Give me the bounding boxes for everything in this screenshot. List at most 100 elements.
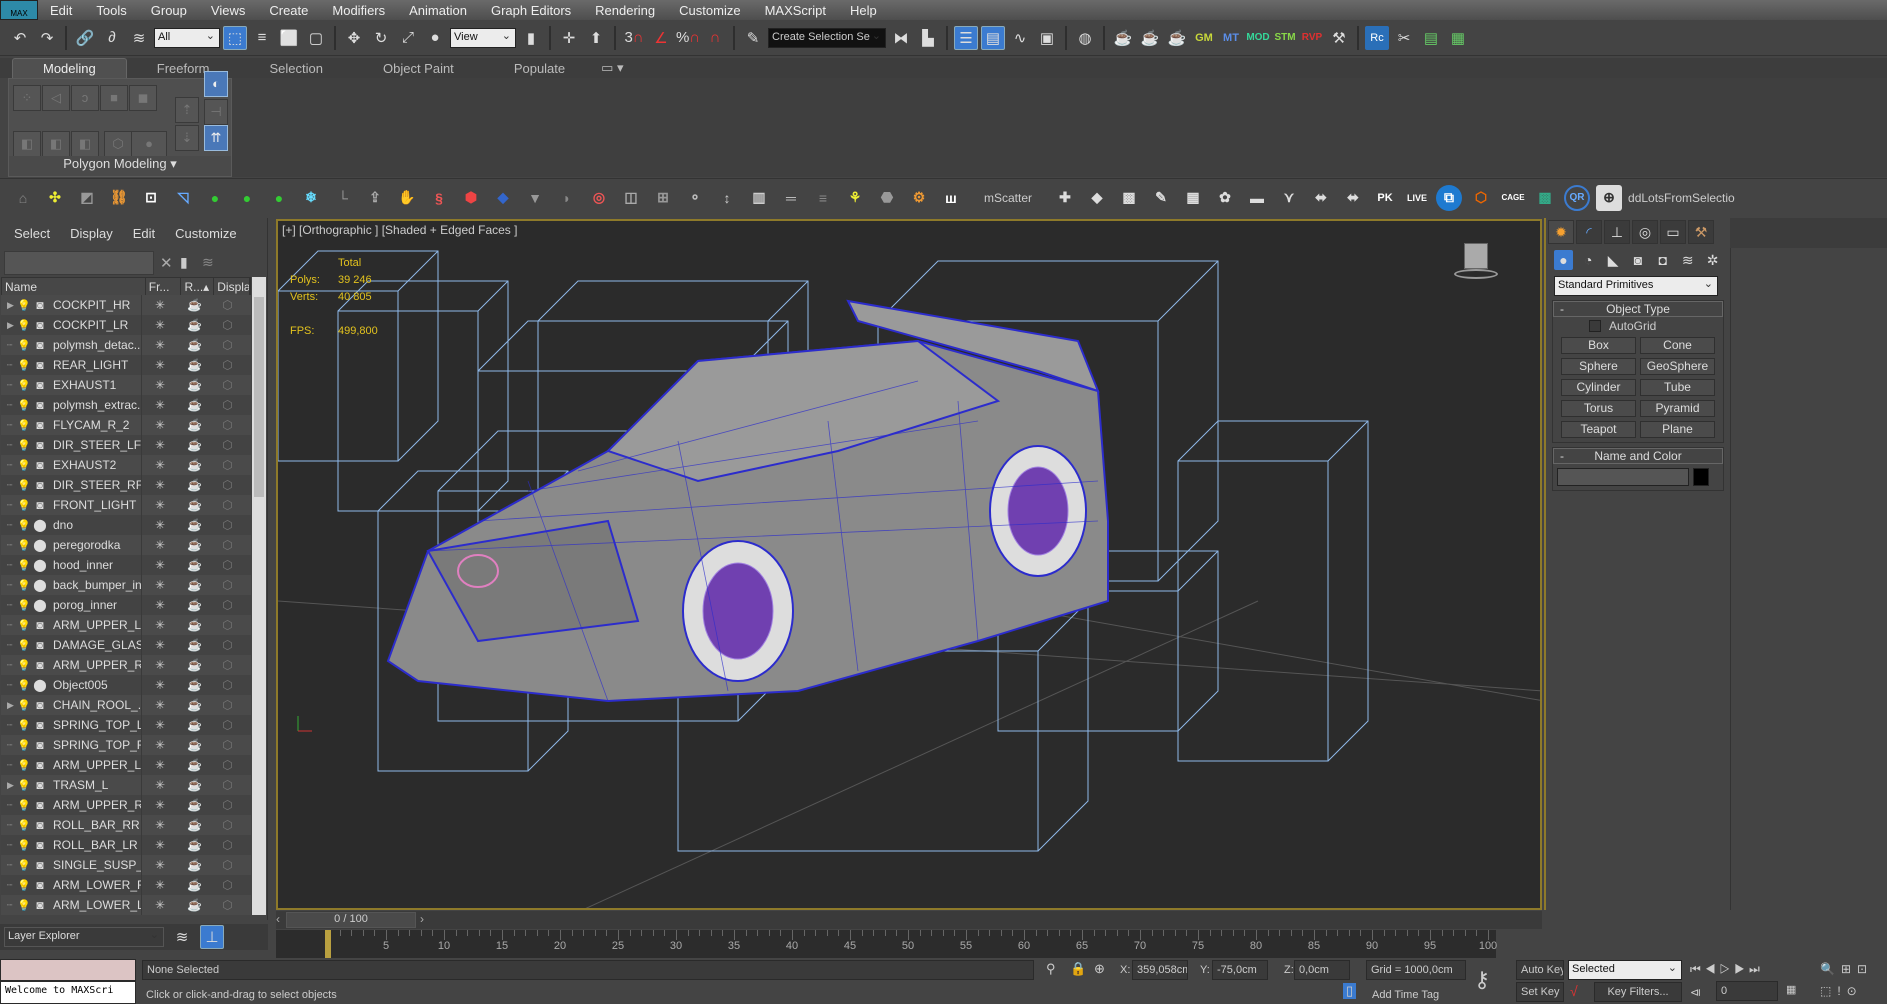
select-mode3-icon[interactable]: ◧ — [71, 131, 99, 157]
object-name[interactable]: COCKPIT_LR — [49, 315, 142, 335]
spacewarps-icon[interactable]: ≋ — [1678, 250, 1697, 270]
plugin-tool-1-icon[interactable]: ⌂ — [10, 185, 36, 211]
unlink-icon[interactable]: ∂ — [100, 26, 124, 50]
teapot-button[interactable]: Teapot — [1561, 421, 1636, 438]
col-display[interactable]: Displa... — [214, 278, 250, 296]
freeze-icon[interactable]: ✳ — [142, 898, 178, 912]
live-icon[interactable]: LIVE — [1404, 185, 1430, 211]
name-color-header[interactable]: - Name and Color — [1553, 448, 1723, 464]
display-box-icon[interactable]: ⬡ — [211, 438, 244, 452]
expand-arrow-icon[interactable]: ▶ — [7, 700, 17, 711]
hammer-drill-icon[interactable]: ⚒ — [1327, 26, 1351, 50]
plugin-mod-icon[interactable]: MOD — [1246, 26, 1270, 50]
torus-button[interactable]: Torus — [1561, 400, 1636, 417]
next-frame-arrow-icon[interactable]: › — [420, 912, 424, 926]
prev-key-icon[interactable]: ◀ — [1705, 962, 1720, 976]
addlots-button[interactable]: ddLotsFromSelectio — [1628, 191, 1735, 205]
element-icon[interactable]: ◼ — [129, 85, 157, 111]
freeze-icon[interactable]: ✳ — [142, 678, 178, 692]
object-name[interactable]: SPRING_TOP_LR — [49, 715, 142, 735]
modify-tab-icon[interactable]: ◜ — [1576, 220, 1602, 244]
scene-object-row[interactable]: ┈ 💡 ◙ FLYCAM_R_2 ✳ ☕ ⬡ — [1, 415, 251, 435]
plugin-tool-b3-icon[interactable]: ▩ — [1116, 185, 1142, 211]
scene-object-row[interactable]: ┈ 💡 ◙ DIR_STEER_LF ✳ ☕ ⬡ — [1, 435, 251, 455]
menu-animation[interactable]: Animation — [397, 3, 479, 18]
light-bulb-icon[interactable]: 💡 — [17, 819, 31, 832]
scene-object-row[interactable]: ┈ 💡 ◙ SINGLE_SUSP_LR✳☕⬡ — [1, 855, 251, 875]
x-coordinate-field[interactable]: 359,058cm — [1132, 960, 1188, 980]
track-bar[interactable]: 5 10 15 20 25 30 35 40 45 50 55 60 65 70 75 80 85 90 95 100 — [276, 930, 1497, 958]
qr-icon[interactable]: QR — [1564, 184, 1591, 211]
scene-object-row[interactable]: ┈ 💡⬤back_bumper_iner✳☕⬡ — [1, 575, 251, 595]
scene-object-row[interactable]: ┈ 💡 ◙ ARM_UPPER_RF ✳ ☕ ⬡ — [1, 655, 251, 675]
renderable-teapot-icon[interactable]: ☕ — [178, 398, 211, 412]
renderable-teapot-icon[interactable]: ☕ — [178, 318, 211, 332]
object-color-swatch[interactable] — [1693, 468, 1709, 486]
scene-object-row[interactable]: ┈ 💡 ⬤ porog_inner ✳ ☕ ⬡ — [1, 595, 251, 615]
object-name[interactable]: ARM_UPPER_RF — [49, 655, 142, 675]
pin-icon[interactable]: ⊣ — [204, 99, 228, 125]
scene-object-row[interactable]: ┈ 💡 ⬤ Object005 ✳ ☕ ⬡ — [1, 675, 251, 695]
object-name[interactable]: CHAIN_ROOL_... — [49, 695, 142, 715]
light-bulb-icon[interactable]: 💡 — [17, 419, 31, 432]
renderable-teapot-icon[interactable]: ☕ — [178, 298, 211, 312]
display-box-icon[interactable]: ⬡ — [211, 498, 244, 512]
display-box-icon[interactable]: ⬡ — [211, 598, 244, 612]
renderable-teapot-icon[interactable]: ☕ — [178, 578, 211, 592]
light-bulb-icon[interactable]: 💡 — [17, 319, 31, 332]
next-key-icon[interactable]: ▶ — [1734, 962, 1749, 976]
freeze-icon[interactable]: ✳ — [142, 718, 178, 732]
renderable-teapot-icon[interactable]: ☕ — [178, 638, 211, 652]
scene-object-row[interactable]: ▶ 💡 ◙ COCKPIT_LR ✳ ☕ ⬡ — [1, 315, 251, 335]
light-bulb-icon[interactable]: 💡 — [17, 659, 31, 672]
display-box-icon[interactable]: ⬡ — [211, 758, 244, 772]
expand-arrow-icon[interactable]: ▶ — [7, 320, 17, 331]
viewcube[interactable] — [1454, 243, 1498, 283]
light-bulb-icon[interactable]: 💡 — [17, 639, 31, 652]
freeze-icon[interactable]: ✳ — [142, 518, 178, 532]
object-name[interactable]: ARM_UPPER_LR — [49, 755, 142, 775]
absolute-mode-icon[interactable]: ⊕ — [1094, 961, 1105, 977]
plugin-tool-11-icon[interactable]: └ — [330, 185, 356, 211]
scene-object-row[interactable]: ┈ 💡 ◙ ROLL_BAR_LR ✳ ☕ ⬡ — [1, 835, 251, 855]
freeze-icon[interactable]: ✳ — [142, 598, 178, 612]
go-to-start-icon[interactable]: ⏮ — [1690, 962, 1705, 976]
z-coordinate-field[interactable]: 0,0cm — [1294, 960, 1350, 980]
display-box-icon[interactable]: ⬡ — [211, 558, 244, 572]
plugin-tool-5-icon[interactable]: ⊡ — [138, 185, 164, 211]
object-name[interactable]: SINGLE_SUSP_LR — [49, 855, 142, 875]
freeze-icon[interactable]: ✳ — [142, 798, 178, 812]
window-crossing-icon[interactable]: ▢ — [304, 26, 328, 50]
renderable-teapot-icon[interactable]: ☕ — [178, 798, 211, 812]
renderable-teapot-icon[interactable]: ☕ — [178, 618, 211, 632]
prev-frame-arrow-icon[interactable]: ‹ — [276, 912, 280, 926]
render-setup-icon[interactable]: ☕ — [1111, 26, 1135, 50]
align-icon[interactable]: ▙ — [916, 26, 940, 50]
object-name[interactable]: ARM_LOWER_RR — [49, 875, 142, 895]
explorer-menu-display[interactable]: Display — [70, 226, 113, 241]
auto-key-button[interactable]: Auto Key — [1516, 960, 1564, 980]
display-box-icon[interactable]: ⬡ — [211, 518, 244, 532]
object-name[interactable]: dno — [49, 515, 142, 535]
renderable-teapot-icon[interactable]: ☕ — [178, 738, 211, 752]
menu-maxscript[interactable]: MAXScript — [753, 3, 838, 18]
curve-editor-icon[interactable]: ∿ — [1008, 26, 1032, 50]
playback-controls[interactable]: ⏮◀▷▶⏭ — [1690, 962, 1764, 977]
light-bulb-icon[interactable]: 💡 — [17, 339, 31, 352]
light-bulb-icon[interactable]: 💡 — [17, 679, 31, 692]
display-box-icon[interactable]: ⬡ — [211, 878, 244, 892]
grid-panel-icon[interactable]: ▦ — [1446, 26, 1470, 50]
plugin-tool-b2-icon[interactable]: ◆ — [1084, 185, 1110, 211]
cameras-icon[interactable]: ◙ — [1629, 250, 1648, 270]
freeze-icon[interactable]: ✳ — [142, 358, 178, 372]
plugin-tool-b4-icon[interactable]: ✎ — [1148, 185, 1174, 211]
key-mode-toggle-icon[interactable]: ⧏ — [1690, 986, 1701, 999]
scene-explorer-icon[interactable]: ▤ — [981, 25, 1005, 50]
plugin-tool-29-icon[interactable]: ⚙ — [906, 185, 932, 211]
light-bulb-icon[interactable]: 💡 — [17, 619, 31, 632]
display-box-icon[interactable]: ⬡ — [211, 398, 244, 412]
expand-arrow-icon[interactable]: ▶ — [7, 780, 17, 791]
plugin-tool-b5-icon[interactable]: ▦ — [1180, 185, 1206, 211]
plugin-tool-14-icon[interactable]: § — [426, 185, 452, 211]
plugin-stm-icon[interactable]: STM — [1273, 26, 1297, 50]
